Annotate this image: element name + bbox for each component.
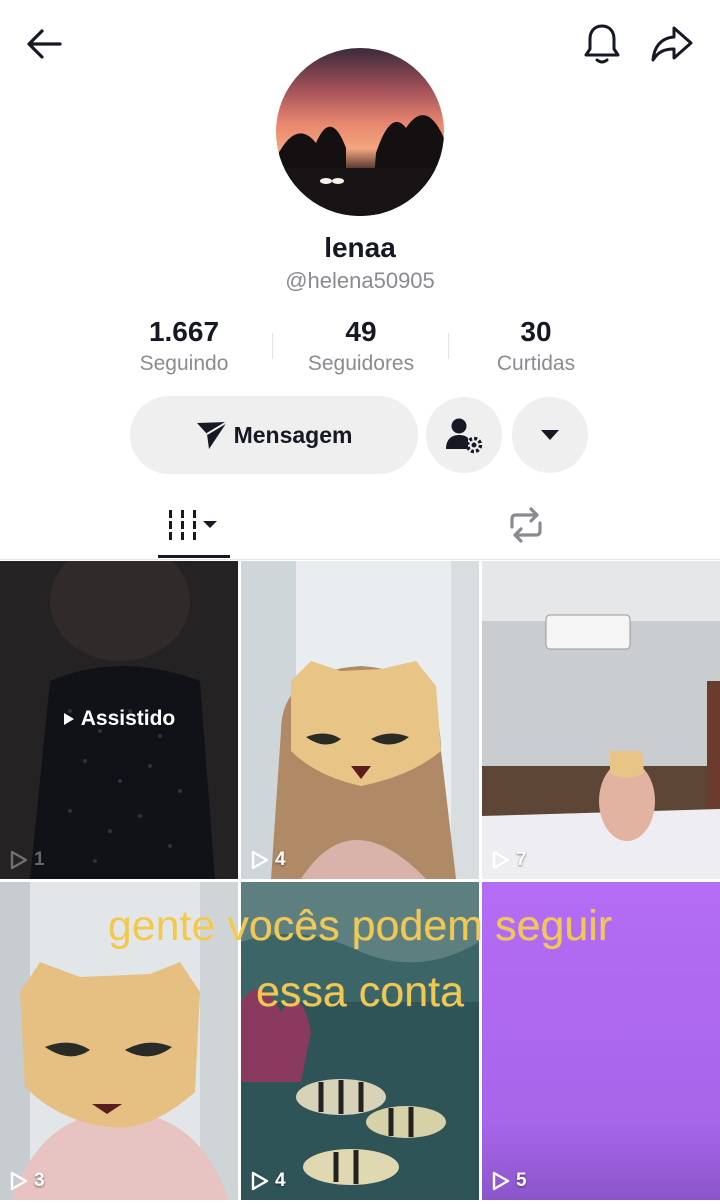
video-tile[interactable]: 4 xyxy=(241,882,479,1200)
video-thumbnail xyxy=(482,561,720,879)
tab-divider xyxy=(0,559,720,560)
video-tile[interactable]: Assistido 1 xyxy=(0,561,238,879)
play-outline-icon xyxy=(251,1171,269,1191)
share-button[interactable] xyxy=(646,20,698,68)
following-count[interactable]: 1.667 xyxy=(94,316,274,348)
view-count-value: 1 xyxy=(34,849,45,870)
play-outline-icon xyxy=(251,850,269,870)
view-count-value: 4 xyxy=(275,1170,286,1191)
view-count-value: 3 xyxy=(34,1170,45,1191)
share-arrow-icon xyxy=(651,26,693,62)
view-count: 1 xyxy=(10,849,45,871)
user-settings-button[interactable] xyxy=(426,397,502,473)
watched-badge: Assistido xyxy=(0,707,238,731)
arrow-left-icon xyxy=(27,29,62,59)
play-outline-icon xyxy=(492,850,510,870)
profile-name: lenaa xyxy=(324,232,396,263)
view-count-value: 7 xyxy=(516,849,527,870)
view-count: 4 xyxy=(251,1170,286,1192)
play-outline-icon xyxy=(10,1171,28,1191)
grid-bars-icon xyxy=(169,510,217,540)
bell-icon xyxy=(584,24,620,64)
video-thumbnail xyxy=(482,882,720,1200)
followers-count[interactable]: 49 xyxy=(271,316,451,348)
video-tile[interactable]: 4 xyxy=(241,561,479,879)
view-count: 3 xyxy=(10,1170,45,1192)
user-gear-icon xyxy=(446,418,483,454)
active-tab-indicator xyxy=(158,555,230,558)
video-tile[interactable]: 3 xyxy=(0,882,238,1200)
followers-label[interactable]: Seguidores xyxy=(271,352,451,376)
caret-down-icon xyxy=(541,430,559,440)
view-count-value: 4 xyxy=(275,849,286,870)
message-button[interactable]: Mensagem xyxy=(130,396,418,474)
watched-label: Assistido xyxy=(80,707,176,730)
paper-plane-icon xyxy=(196,421,228,449)
back-button[interactable] xyxy=(20,24,68,64)
view-count: 4 xyxy=(251,849,286,871)
video-thumbnail xyxy=(241,882,479,1200)
likes-count[interactable]: 30 xyxy=(446,316,626,348)
repost-icon xyxy=(510,507,542,543)
video-thumbnail xyxy=(0,882,238,1200)
view-count: 7 xyxy=(492,849,527,871)
notifications-button[interactable] xyxy=(578,20,626,68)
likes-label[interactable]: Curtidas xyxy=(446,352,626,376)
avatar[interactable] xyxy=(276,48,444,216)
view-count-value: 5 xyxy=(516,1170,527,1191)
view-count: 5 xyxy=(492,1170,527,1192)
video-thumbnail xyxy=(241,561,479,879)
tab-videos[interactable] xyxy=(158,500,230,550)
following-label[interactable]: Seguindo xyxy=(94,352,274,376)
video-tile[interactable]: 5 xyxy=(482,882,720,1200)
profile-handle: @helena50905 xyxy=(285,268,435,293)
play-outline-icon xyxy=(10,850,28,870)
play-outline-icon xyxy=(492,1171,510,1191)
more-options-button[interactable] xyxy=(512,397,588,473)
video-tile[interactable]: 7 xyxy=(482,561,720,879)
tab-reposts[interactable] xyxy=(492,500,560,550)
message-button-label: Mensagem xyxy=(233,421,353,448)
play-icon xyxy=(63,713,74,725)
